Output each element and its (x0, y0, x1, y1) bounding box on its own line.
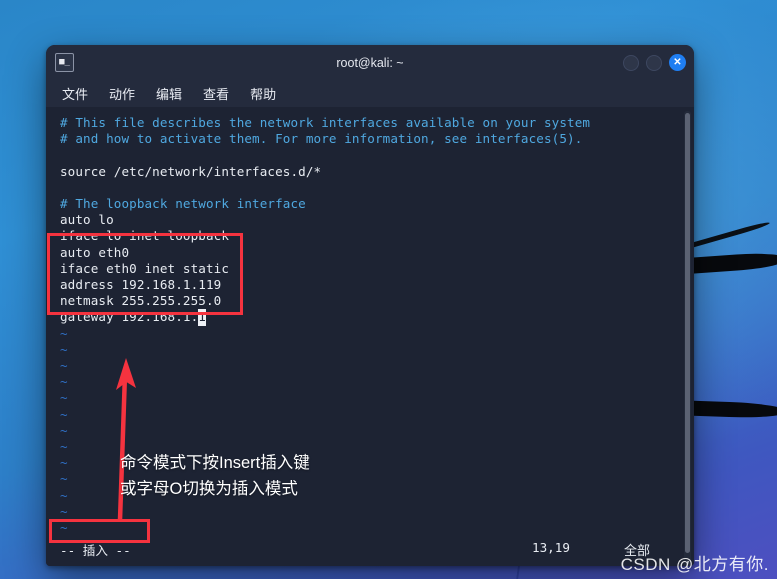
terminal-scrollbar[interactable] (684, 111, 691, 566)
editor-line: source /etc/network/interfaces.d/* (60, 163, 322, 179)
editor-empty-line-marker: ~ (60, 374, 68, 390)
status-cursor-position: 13,19 (532, 540, 570, 555)
text-cursor: 1 (198, 309, 206, 326)
menu-item-help[interactable]: 帮助 (247, 83, 279, 104)
desktop: ■_ root@kali: ~ ✕ 文件 动作 编辑 查看 帮助 # This … (0, 0, 777, 579)
status-scroll-scope: 全部 (624, 543, 651, 558)
editor-empty-line-marker: ~ (60, 325, 68, 341)
editor-line: auto eth0 (60, 244, 130, 260)
menu-item-edit[interactable]: 编辑 (153, 83, 185, 104)
menu-item-view[interactable]: 查看 (200, 83, 232, 104)
vim-statusbar: -- 插入 -- 13,19 全部 (46, 540, 694, 560)
menu-item-file[interactable]: 文件 (59, 83, 91, 104)
close-icon[interactable]: ✕ (669, 54, 686, 71)
editor-empty-line-marker: ~ (60, 406, 68, 422)
annotation-line-2: 或字母O切换为插入模式 (120, 480, 298, 498)
editor-empty-line-marker: ~ (60, 341, 68, 357)
editor-line: auto lo (60, 212, 114, 228)
window-titlebar[interactable]: ■_ root@kali: ~ ✕ (46, 45, 694, 80)
minimize-button[interactable] (623, 54, 639, 71)
editor-empty-line-marker: ~ (60, 520, 68, 536)
status-mode-indicator: -- 插入 -- (60, 543, 131, 558)
editor-line: # and how to activate them. For more inf… (60, 131, 583, 147)
editor-line: gateway 192.168.1.1 (60, 309, 206, 326)
editor-empty-line-marker: ~ (60, 358, 68, 374)
editor-line: # This file describes the network interf… (60, 115, 591, 130)
editor-line: address 192.168.1.119 (60, 277, 222, 293)
scrollbar-thumb[interactable] (685, 113, 690, 553)
editor-line: iface lo inet loopback (60, 228, 230, 244)
editor-line: iface eth0 inet static (60, 260, 230, 276)
annotation-instruction-text: 命令模式下按Insert插入键 或字母O切换为插入模式 (120, 450, 310, 502)
editor-empty-line-marker: ~ (60, 422, 68, 438)
terminal-icon: ■_ (55, 53, 74, 72)
editor-empty-line-marker: ~ (60, 390, 68, 406)
menu-item-actions[interactable]: 动作 (106, 83, 138, 104)
editor-empty-line-marker: ~ (60, 503, 68, 519)
menubar: 文件 动作 编辑 查看 帮助 (46, 80, 694, 107)
window-title: root@kali: ~ (336, 55, 404, 70)
annotation-line-1: 命令模式下按Insert插入键 (120, 454, 310, 472)
maximize-button[interactable] (646, 54, 662, 71)
editor-line: # The loopback network interface (60, 196, 306, 212)
editor-line: netmask 255.255.255.0 (60, 293, 222, 309)
window-controls: ✕ (623, 54, 686, 71)
